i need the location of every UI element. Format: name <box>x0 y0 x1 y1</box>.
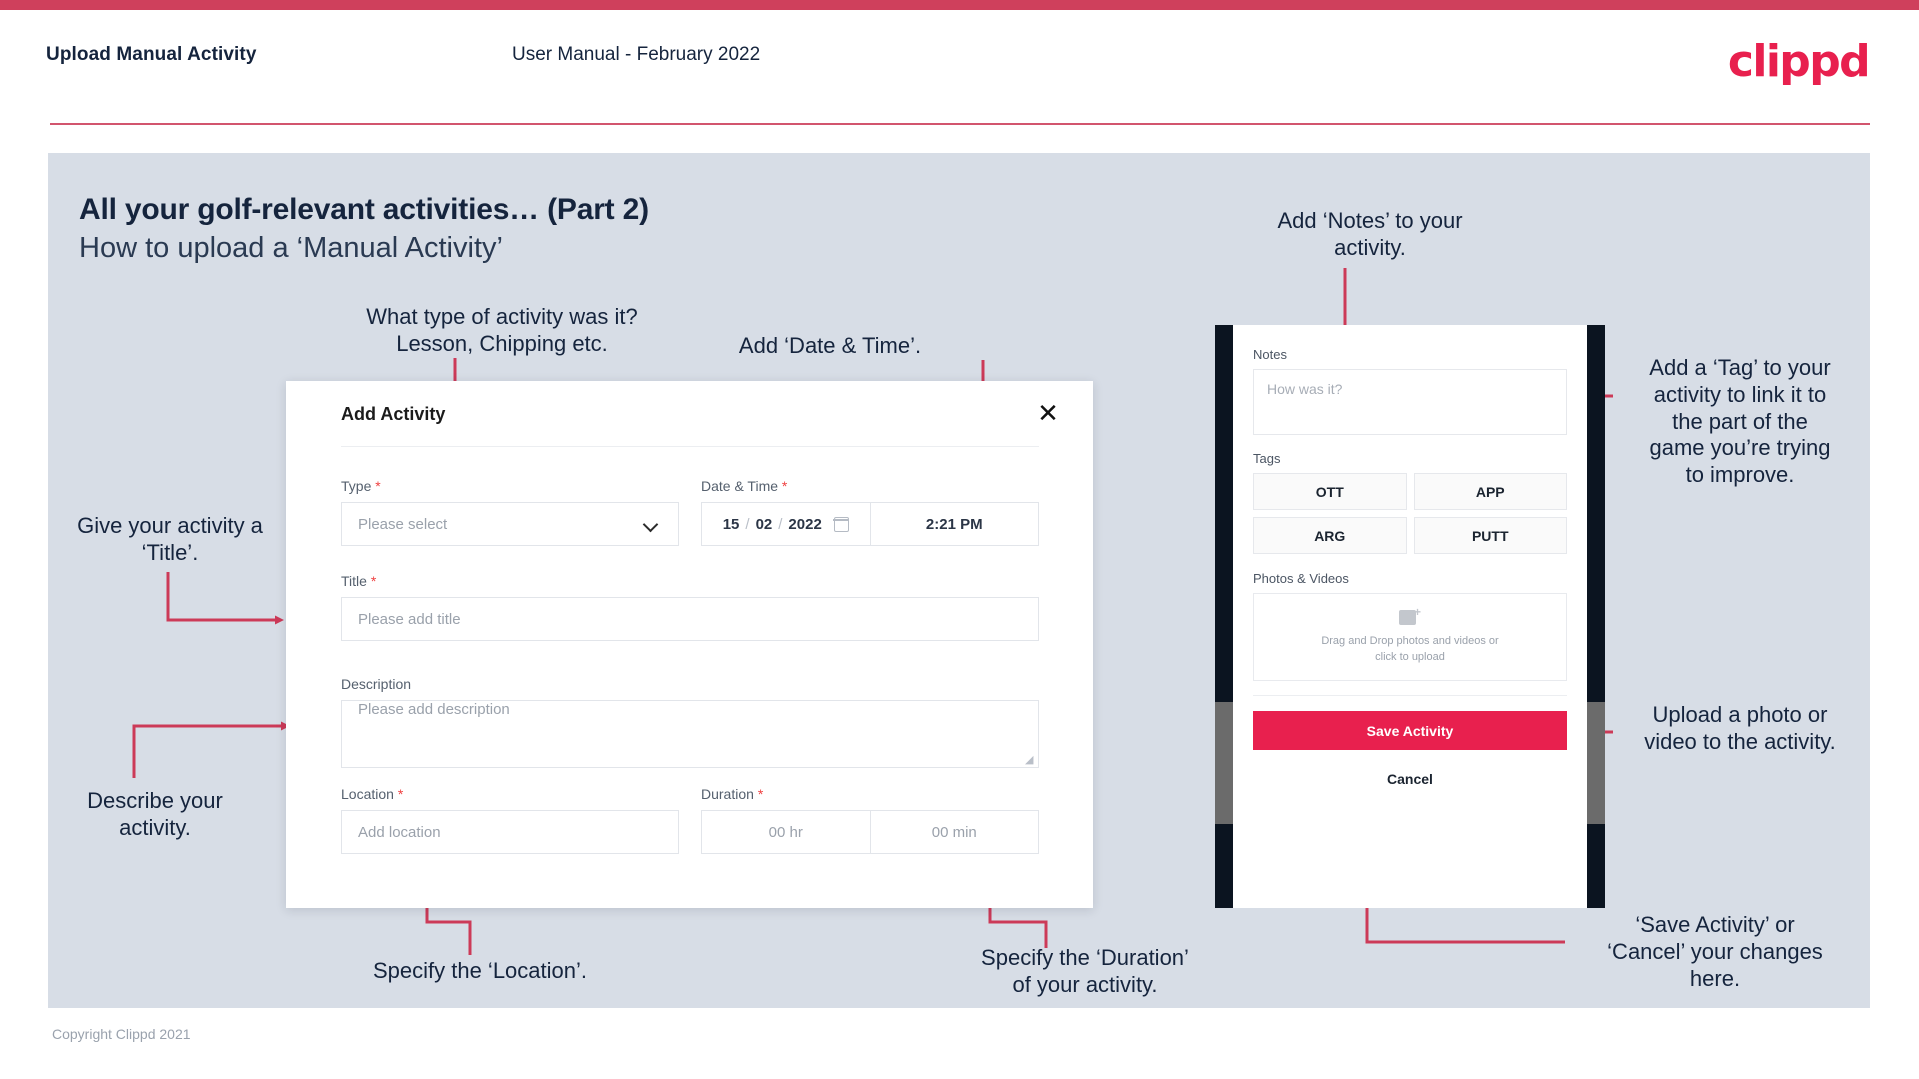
copyright-text: Copyright Clippd 2021 <box>52 1026 191 1042</box>
dropzone-line-2: click to upload <box>1375 651 1445 663</box>
notes-placeholder: How was it? <box>1267 381 1343 397</box>
field-datetime: Date & Time * 15 / 02 / 2022 2:21 PM <box>701 478 1039 546</box>
tag-button-ott[interactable]: OTT <box>1253 473 1407 510</box>
title-input[interactable]: Please add title <box>341 597 1039 641</box>
phone-screen: Notes How was it? Tags OTT APP ARG PUTT … <box>1233 325 1587 908</box>
duration-minutes-value: 00 min <box>931 823 977 841</box>
save-activity-button[interactable]: Save Activity <box>1253 711 1567 750</box>
row-title: Title * Please add title <box>341 573 1039 641</box>
tags-label: Tags <box>1253 451 1281 466</box>
duration-label: Duration * <box>701 786 1039 802</box>
field-type: Type * Please select <box>341 478 679 546</box>
type-required-mark: * <box>375 478 381 494</box>
top-accent-bar <box>0 0 1919 10</box>
cancel-button[interactable]: Cancel <box>1253 771 1567 787</box>
type-select[interactable]: Please select <box>341 502 679 546</box>
dropzone-line-1: Drag and Drop photos and videos or <box>1321 635 1499 648</box>
type-select-value: Please select <box>358 515 448 533</box>
annotation-notes: Add ‘Notes’ to your activity. <box>1277 208 1463 260</box>
scrollbar-thumb-right[interactable] <box>1587 702 1605 824</box>
dialog-header: Add Activity ✕ <box>286 381 1093 446</box>
duration-label-text: Duration <box>701 786 754 802</box>
annotation-description: Describe your activity. <box>87 788 223 840</box>
description-label: Description <box>341 676 1039 692</box>
tag-button-putt[interactable]: PUTT <box>1413 517 1567 554</box>
dropzone-text: Drag and Drop photos and videos or click… <box>1321 634 1498 666</box>
slide-subheading: How to upload a ‘Manual Activity’ <box>79 232 503 264</box>
annotation-type: What type of activity was it? Lesson, Chi… <box>366 304 638 356</box>
add-image-icon: + <box>1399 606 1421 627</box>
dialog-title: Add Activity <box>341 404 446 424</box>
location-placeholder: Add location <box>358 823 441 841</box>
phone-bezel-right <box>1587 325 1605 908</box>
phone-bezel-left <box>1215 325 1233 908</box>
tag-button-app[interactable]: APP <box>1413 473 1567 510</box>
duration-required-mark: * <box>757 786 764 802</box>
annotation-tags: Add a ‘Tag’ to your activity to link it t… <box>1649 355 1831 488</box>
type-label: Type * <box>341 478 679 494</box>
tags-grid: OTT APP ARG PUTT <box>1253 473 1567 554</box>
annotation-datetime: Add ‘Date & Time’. <box>738 333 922 358</box>
title-placeholder: Please add title <box>358 610 461 628</box>
title-label-text: Title <box>341 573 367 589</box>
dialog-divider <box>341 446 1039 447</box>
media-dropzone[interactable]: + Drag and Drop photos and videos or cli… <box>1253 593 1567 681</box>
description-textarea[interactable]: Please add description ◢ <box>341 700 1039 768</box>
row-description: Description Please add description ◢ <box>341 676 1039 768</box>
notes-label: Notes <box>1253 347 1287 362</box>
media-label: Photos & Videos <box>1253 571 1349 586</box>
location-label-text: Location <box>341 786 394 802</box>
description-label-text: Description <box>341 676 412 692</box>
resize-handle-icon[interactable]: ◢ <box>1025 755 1035 766</box>
time-value: 2:21 PM <box>925 515 983 533</box>
duration-hours-input[interactable]: 00 hr <box>702 811 871 853</box>
datetime-group[interactable]: 15 / 02 / 2022 2:21 PM <box>701 502 1039 546</box>
add-activity-dialog[interactable]: Add Activity ✕ Type * Please select Date… <box>286 381 1093 908</box>
date-day: 15 <box>722 515 740 533</box>
tag-button-arg[interactable]: ARG <box>1253 517 1407 554</box>
datetime-required-mark: * <box>781 478 788 494</box>
header-subtitle: User Manual - February 2022 <box>512 44 761 65</box>
slide-page: Upload Manual Activity User Manual - Feb… <box>0 0 1919 1079</box>
date-year: 2022 <box>788 515 822 533</box>
annotation-duration: Specify the ‘Duration’ of your activity. <box>981 945 1189 997</box>
datetime-label: Date & Time * <box>701 478 1039 494</box>
duration-hours-value: 00 hr <box>768 823 803 841</box>
date-sep-2: / <box>778 515 783 533</box>
datetime-label-text: Date & Time <box>701 478 779 494</box>
scrollbar-thumb-left[interactable] <box>1215 702 1233 824</box>
location-input[interactable]: Add location <box>341 810 679 854</box>
duration-group[interactable]: 00 hr 00 min <box>701 810 1039 854</box>
row-type-datetime: Type * Please select Date & Time * 15 / <box>341 478 1039 546</box>
date-month: 02 <box>755 515 773 533</box>
duration-minutes-input[interactable]: 00 min <box>871 811 1039 853</box>
annotation-media: Upload a photo or video to the activity. <box>1644 702 1836 754</box>
title-required-mark: * <box>370 573 377 589</box>
location-required-mark: * <box>397 786 404 802</box>
title-label: Title * <box>341 573 1039 589</box>
mobile-preview: Notes How was it? Tags OTT APP ARG PUTT … <box>1215 325 1605 908</box>
clippd-logo: clippd <box>1727 36 1871 87</box>
page-title: Upload Manual Activity <box>46 44 257 65</box>
phone-divider <box>1253 695 1567 696</box>
date-sep-1: / <box>745 515 750 533</box>
location-label: Location * <box>341 786 679 802</box>
field-location: Location * Add location <box>341 786 679 854</box>
notes-textarea[interactable]: How was it? <box>1253 369 1567 435</box>
calendar-icon[interactable] <box>833 516 849 532</box>
slide-heading: All your golf-relevant activities… (Part… <box>79 193 649 226</box>
field-duration: Duration * 00 hr 00 min <box>701 786 1039 854</box>
type-label-text: Type <box>341 478 372 494</box>
annotation-save: ‘Save Activity’ or ‘Cancel’ your changes h… <box>1607 912 1823 991</box>
row-location-duration: Location * Add location Duration * 00 hr <box>341 786 1039 854</box>
date-input[interactable]: 15 / 02 / 2022 <box>702 503 871 545</box>
chevron-down-icon <box>644 517 658 531</box>
time-input[interactable]: 2:21 PM <box>871 503 1039 545</box>
annotation-title: Give your activity a ‘Title’. <box>77 513 263 565</box>
close-icon[interactable]: ✕ <box>1033 398 1063 428</box>
description-placeholder: Please add description <box>358 701 510 718</box>
header-divider <box>50 123 1870 125</box>
annotation-location: Specify the ‘Location’. <box>372 958 588 983</box>
